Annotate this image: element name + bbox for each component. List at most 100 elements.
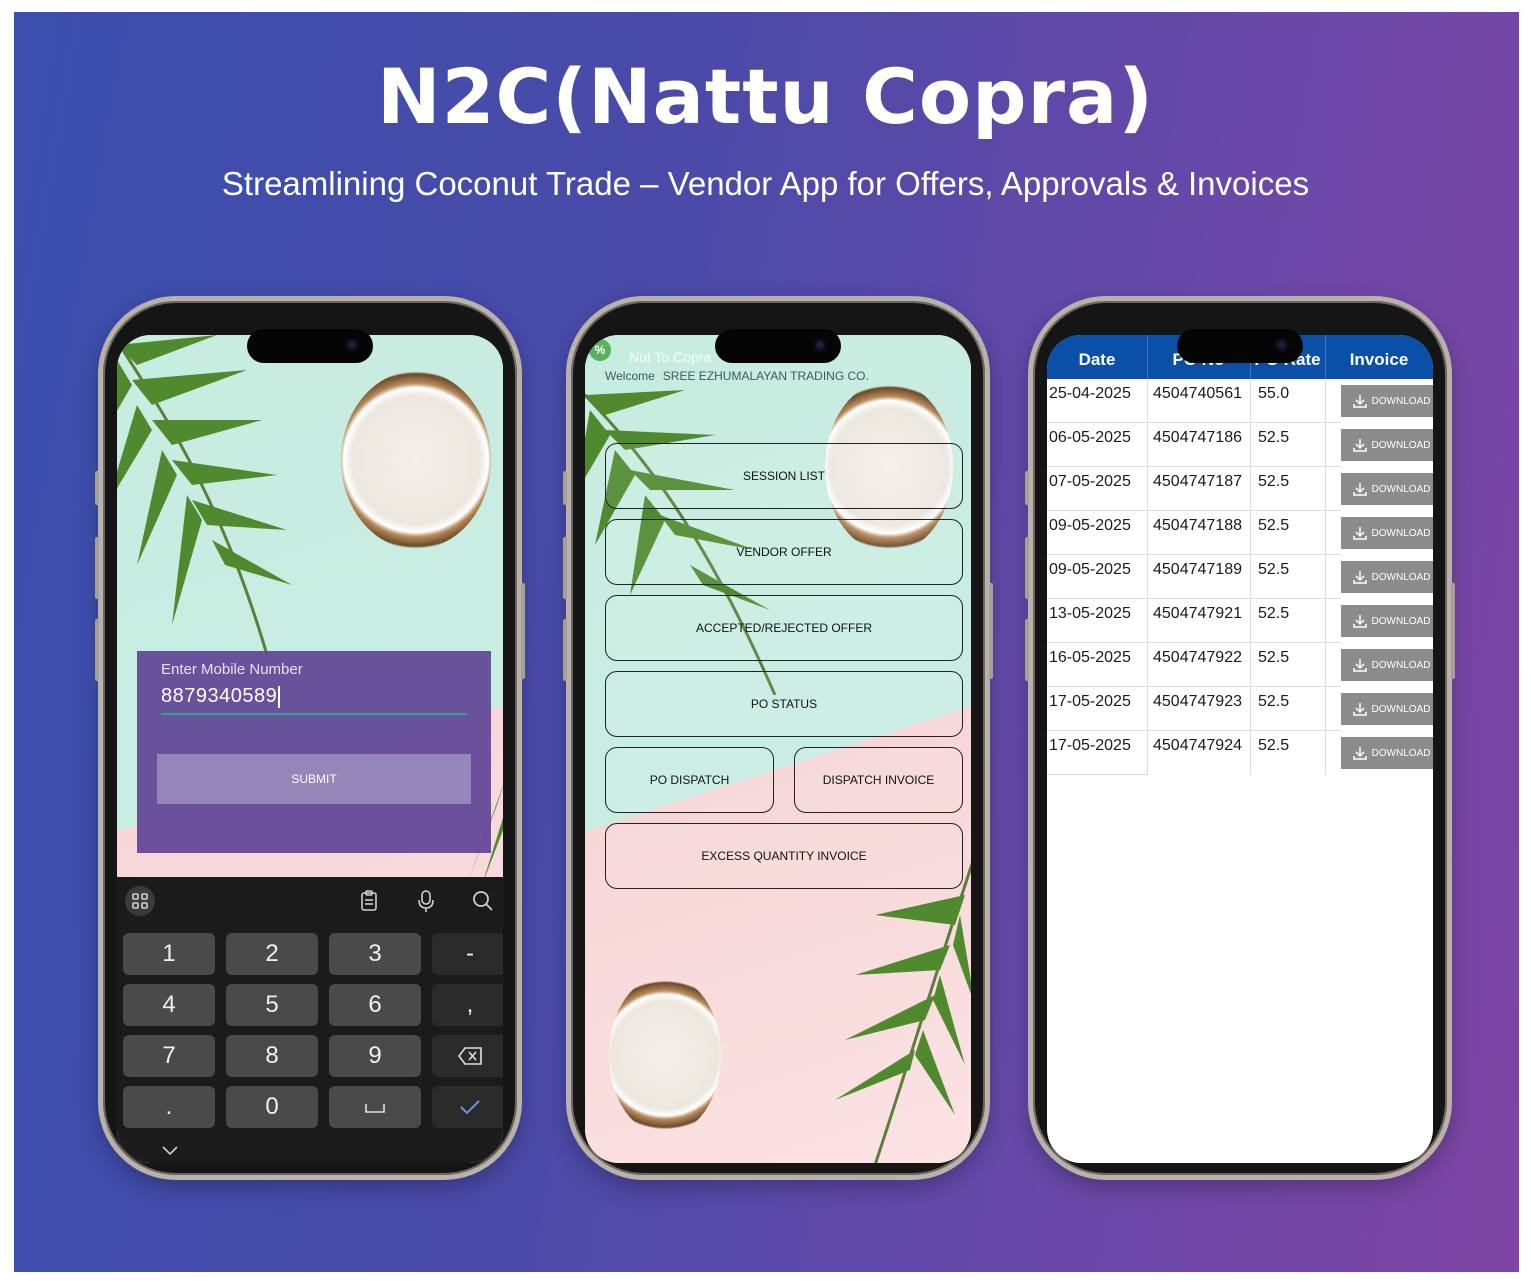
- download-button[interactable]: DOWNLOAD: [1341, 429, 1433, 461]
- login-form: Enter Mobile Number 8879340589 SUBMIT: [137, 651, 491, 853]
- apps-grid-icon[interactable]: [125, 886, 155, 916]
- chevron-down-icon[interactable]: [161, 1145, 179, 1157]
- table-row: 25-04-2025 4504740561 55.0 DOWNLOAD: [1047, 379, 1433, 423]
- col-header-date: Date: [1078, 350, 1116, 369]
- cell-po-no: 4504747923: [1153, 693, 1242, 710]
- cell-date: 06-05-2025: [1049, 429, 1131, 446]
- space-key[interactable]: [329, 1086, 421, 1128]
- backspace-key[interactable]: [432, 1035, 503, 1077]
- key-1[interactable]: 1: [123, 933, 215, 975]
- download-button[interactable]: DOWNLOAD: [1341, 649, 1433, 681]
- app-logo-icon: %: [589, 339, 611, 361]
- table-row: 09-05-2025 4504747189 52.5 DOWNLOAD: [1047, 555, 1433, 599]
- vendor-offer-button[interactable]: VENDOR OFFER: [605, 519, 963, 585]
- done-key[interactable]: [432, 1086, 503, 1128]
- camera-notch: [247, 329, 373, 363]
- key-2[interactable]: 2: [226, 933, 318, 975]
- table-row: 07-05-2025 4504747187 52.5 DOWNLOAD: [1047, 467, 1433, 511]
- download-label: DOWNLOAD: [1371, 484, 1431, 495]
- col-header-invoice: Invoice: [1349, 350, 1409, 369]
- mobile-label: Enter Mobile Number: [161, 661, 303, 678]
- excess-quantity-invoice-button[interactable]: EXCESS QUANTITY INVOICE: [605, 823, 963, 889]
- cell-po-no: 4504740561: [1153, 385, 1242, 402]
- mobile-number-value: 8879340589: [161, 685, 278, 707]
- phone-invoices: Date PO No PO Rate Invoice 25-04-2025450…: [1025, 296, 1455, 1180]
- download-icon: [1353, 571, 1367, 584]
- key-period[interactable]: .: [123, 1086, 215, 1128]
- key-7[interactable]: 7: [123, 1035, 215, 1077]
- welcome-text: Welcome SREE EZHUMALAYAN TRADING CO.: [605, 369, 869, 383]
- keyboard-toolbar: [117, 877, 503, 923]
- download-label: DOWNLOAD: [1371, 440, 1431, 451]
- cell-date: 17-05-2025: [1049, 737, 1131, 754]
- palm-leaf-image: [835, 862, 971, 1163]
- camera-notch: [715, 329, 841, 363]
- download-button[interactable]: DOWNLOAD: [1341, 385, 1433, 417]
- key-9[interactable]: 9: [329, 1035, 421, 1077]
- cell-date: 09-05-2025: [1049, 517, 1131, 534]
- table-row: 06-05-2025 4504747186 52.5 DOWNLOAD: [1047, 423, 1433, 467]
- download-button[interactable]: DOWNLOAD: [1341, 561, 1433, 593]
- po-status-button[interactable]: PO STATUS: [605, 671, 963, 737]
- session-list-button[interactable]: SESSION LIST: [605, 443, 963, 509]
- download-icon: [1353, 615, 1367, 628]
- download-label: DOWNLOAD: [1371, 396, 1431, 407]
- cell-date: 16-05-2025: [1049, 649, 1131, 666]
- cell-date: 09-05-2025: [1049, 561, 1131, 578]
- download-label: DOWNLOAD: [1371, 528, 1431, 539]
- cell-po-no: 4504747922: [1153, 649, 1242, 666]
- clipboard-icon[interactable]: [356, 888, 382, 914]
- coconut-image: [341, 371, 491, 549]
- cell-date: 17-05-2025: [1049, 693, 1131, 710]
- cell-po-rate: 52.5: [1258, 693, 1290, 710]
- download-label: DOWNLOAD: [1371, 660, 1431, 671]
- cell-po-no: 4504747921: [1153, 605, 1242, 622]
- table-row: 16-05-2025 4504747922 52.5 DOWNLOAD: [1047, 643, 1433, 687]
- table-row: 17-05-2025 4504747923 52.5 DOWNLOAD: [1047, 687, 1433, 731]
- key-6[interactable]: 6: [329, 984, 421, 1026]
- accepted-rejected-offer-button[interactable]: ACCEPTED/REJECTED OFFER: [605, 595, 963, 661]
- space-icon: [365, 1104, 385, 1113]
- download-button[interactable]: DOWNLOAD: [1341, 737, 1433, 769]
- download-button[interactable]: DOWNLOAD: [1341, 605, 1433, 637]
- company-name: SREE EZHUMALAYAN TRADING CO.: [662, 369, 869, 383]
- po-dispatch-button[interactable]: PO DISPATCH: [605, 747, 774, 813]
- key-8[interactable]: 8: [226, 1035, 318, 1077]
- subheadline: Streamlining Coconut Trade – Vendor App …: [221, 165, 1310, 202]
- key-comma[interactable]: ,: [432, 984, 503, 1026]
- key-dash[interactable]: -: [432, 933, 503, 975]
- cell-po-no: 4504747924: [1153, 737, 1242, 754]
- download-button[interactable]: DOWNLOAD: [1341, 517, 1433, 549]
- download-button[interactable]: DOWNLOAD: [1341, 693, 1433, 725]
- welcome-label: Welcome: [605, 369, 655, 383]
- key-5[interactable]: 5: [226, 984, 318, 1026]
- key-3[interactable]: 3: [329, 933, 421, 975]
- key-0[interactable]: 0: [226, 1086, 318, 1128]
- coconut-image: [609, 975, 721, 1135]
- download-label: DOWNLOAD: [1371, 616, 1431, 627]
- cell-po-no: 4504747186: [1153, 429, 1242, 446]
- table-row: 17-05-2025 4504747924 52.5 DOWNLOAD: [1047, 731, 1433, 775]
- cell-po-rate: 52.5: [1258, 473, 1290, 490]
- search-icon[interactable]: [470, 888, 496, 914]
- key-4[interactable]: 4: [123, 984, 215, 1026]
- download-icon: [1353, 747, 1367, 760]
- download-icon: [1353, 659, 1367, 672]
- login-screen: Enter Mobile Number 8879340589 SUBMIT 1: [117, 335, 503, 1163]
- cell-po-rate: 52.5: [1258, 561, 1290, 578]
- download-icon: [1353, 483, 1367, 496]
- download-icon: [1353, 439, 1367, 452]
- cell-po-no: 4504747187: [1153, 473, 1242, 490]
- cell-date: 25-04-2025: [1049, 385, 1131, 402]
- download-icon: [1353, 703, 1367, 716]
- download-label: DOWNLOAD: [1371, 748, 1431, 759]
- submit-button[interactable]: SUBMIT: [157, 754, 471, 804]
- download-icon: [1353, 395, 1367, 408]
- phone-login: Enter Mobile Number 8879340589 SUBMIT 1: [95, 296, 525, 1180]
- microphone-icon[interactable]: [413, 888, 439, 914]
- dispatch-invoice-button[interactable]: DISPATCH INVOICE: [794, 747, 963, 813]
- cell-po-no: 4504747189: [1153, 561, 1242, 578]
- download-button[interactable]: DOWNLOAD: [1341, 473, 1433, 505]
- mobile-number-input[interactable]: 8879340589: [161, 685, 467, 715]
- cell-po-rate: 52.5: [1258, 517, 1290, 534]
